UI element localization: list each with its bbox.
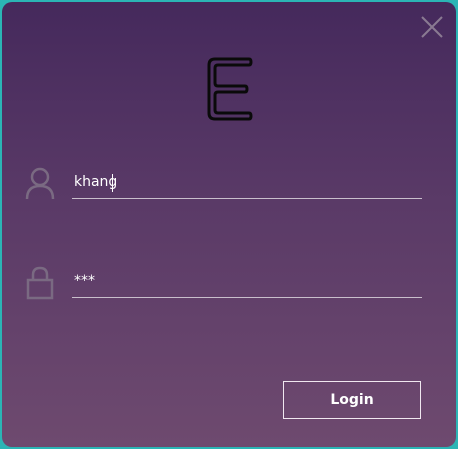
login-window: Login — [2, 2, 456, 447]
text-caret — [112, 174, 113, 192]
user-icon — [25, 167, 55, 200]
username-field[interactable] — [72, 168, 426, 199]
e-logo-icon — [207, 57, 253, 121]
password-input[interactable] — [72, 267, 426, 295]
close-icon[interactable] — [419, 14, 445, 40]
lock-icon — [26, 266, 54, 300]
password-field[interactable] — [72, 267, 426, 298]
username-input[interactable] — [72, 168, 426, 196]
login-button[interactable]: Login — [283, 381, 421, 419]
